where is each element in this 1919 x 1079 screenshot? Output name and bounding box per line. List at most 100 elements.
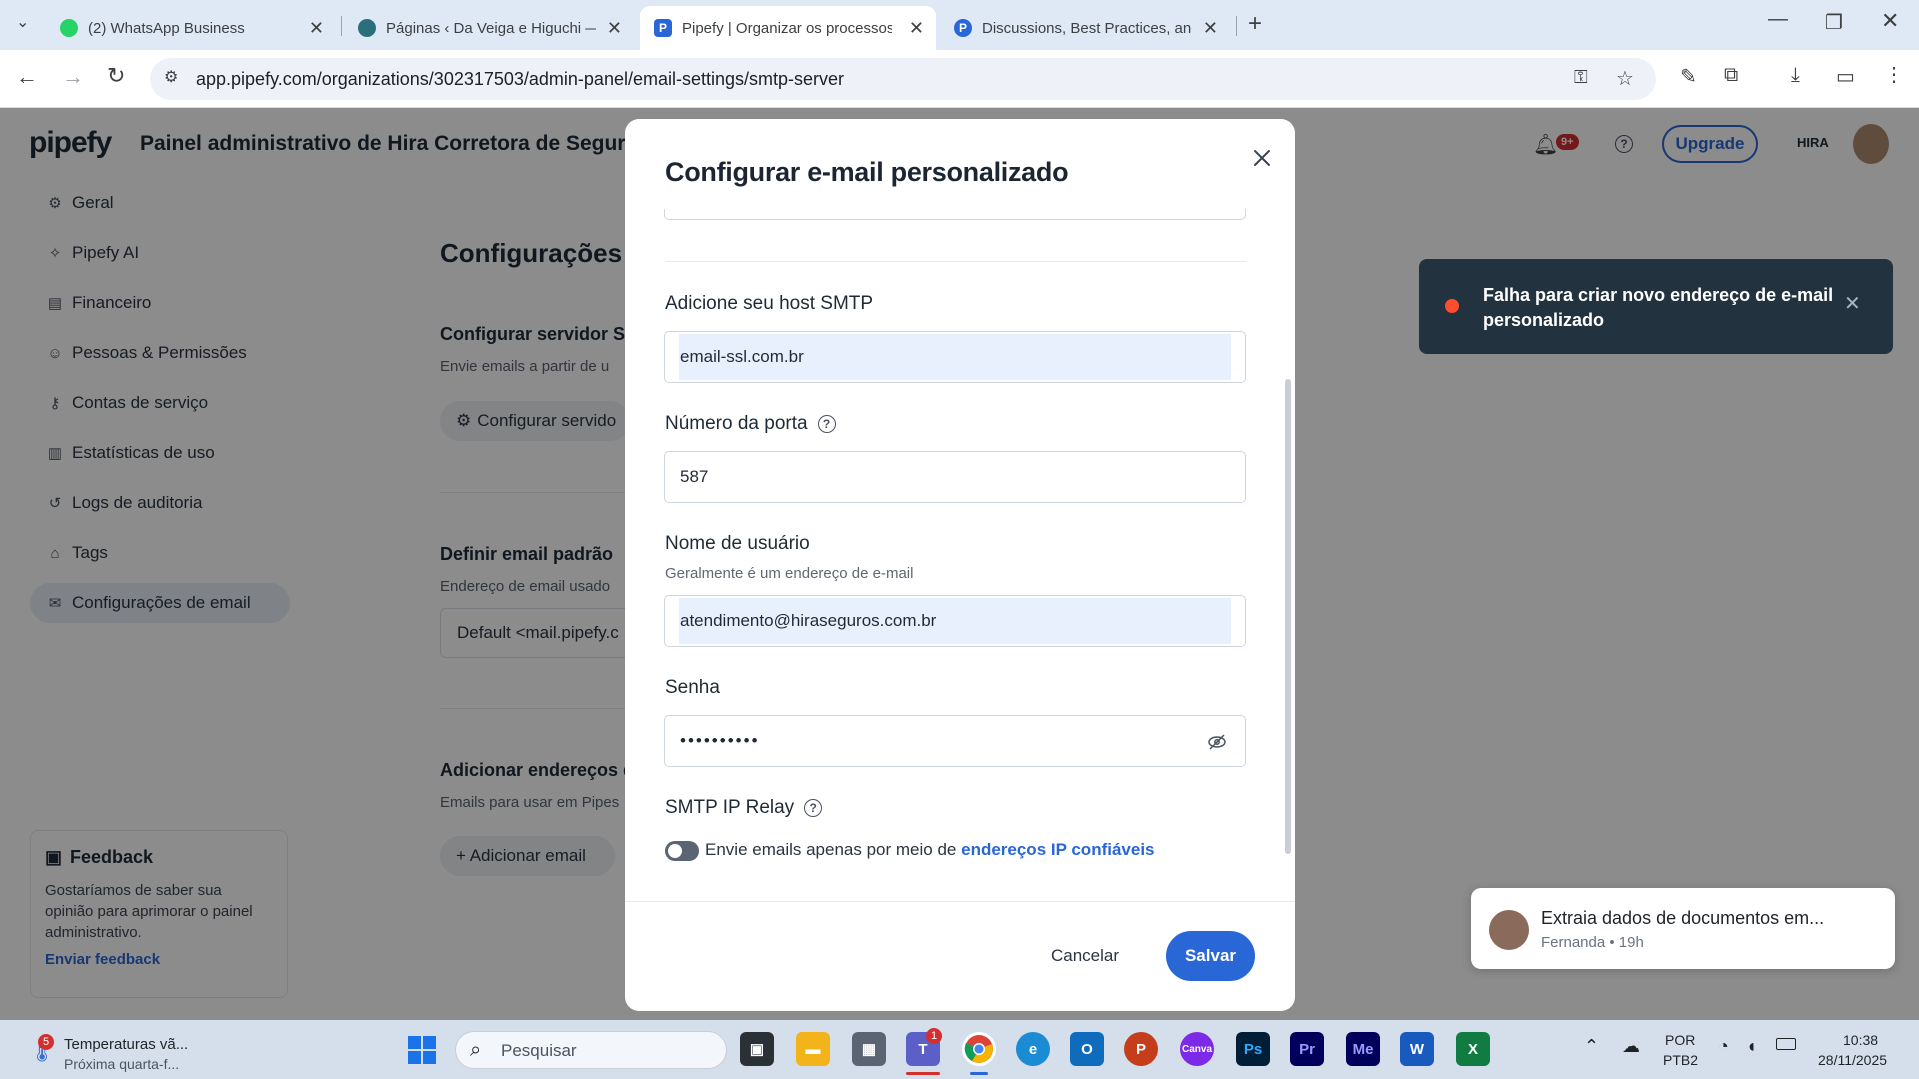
close-tab-icon[interactable]: ✕	[909, 18, 924, 39]
premiere-icon[interactable]: Pr	[1290, 1032, 1324, 1066]
error-status-icon	[1445, 299, 1459, 313]
port-input[interactable]: 587	[664, 451, 1246, 503]
password-value: ••••••••••	[680, 731, 760, 750]
photoshop-icon[interactable]: Ps	[1236, 1032, 1270, 1066]
windows-taskbar: 🌡︎ 5 Temperaturas vã... Próxima quarta-f…	[0, 1020, 1919, 1079]
close-icon[interactable]	[1247, 143, 1277, 173]
edge-icon[interactable]: e	[1016, 1032, 1050, 1066]
previous-field-input[interactable]	[664, 209, 1246, 220]
extensions-icon[interactable]: ⧉	[1724, 64, 1738, 87]
close-tab-icon[interactable]: ✕	[607, 18, 622, 39]
toast-message: Falha para criar novo endereço de e-mail…	[1483, 285, 1834, 330]
smtp-host-value: email-ssl.com.br	[680, 347, 804, 366]
save-button[interactable]: Salvar	[1166, 931, 1255, 981]
username-label: Nome de usuário	[665, 533, 810, 555]
notification-title: Extraia dados de documentos em...	[1541, 908, 1825, 928]
ip-relay-toggle[interactable]	[665, 841, 699, 861]
tab-title: Páginas ‹ Da Veiga e Higuchi —	[386, 19, 596, 37]
media-encoder-icon[interactable]: Me	[1346, 1032, 1380, 1066]
section-divider	[665, 261, 1247, 262]
wifi-icon[interactable]: ◔	[1718, 1036, 1729, 1057]
calculator-icon[interactable]: ▦	[852, 1032, 886, 1066]
back-icon[interactable]: ←	[16, 64, 38, 90]
keyboard-layout: PTB2	[1663, 1052, 1699, 1068]
download-icon[interactable]: ⤓	[1791, 64, 1800, 87]
footer-divider	[625, 901, 1295, 902]
username-value: atendimento@hiraseguros.com.br	[680, 611, 937, 630]
close-icon[interactable]: ✕	[1844, 291, 1861, 316]
clock-date[interactable]: 28/11/2025	[1818, 1052, 1887, 1068]
eye-off-icon[interactable]	[1207, 732, 1227, 752]
port-label-text: Número da porta	[665, 413, 808, 434]
tab-search-icon[interactable]: ⌄	[16, 12, 29, 32]
close-tab-icon[interactable]: ✕	[309, 18, 324, 39]
volume-icon[interactable]: ◖	[1746, 1036, 1757, 1057]
close-tab-icon[interactable]: ✕	[1203, 18, 1218, 39]
restore-icon[interactable]: ❐	[1825, 10, 1843, 35]
cancel-button[interactable]: Cancelar	[1035, 931, 1135, 981]
address-bar[interactable]: ⚙ app.pipefy.com/organizations/302317503…	[150, 58, 1656, 100]
username-label-text: Nome de usuário	[665, 533, 810, 554]
teams-notification[interactable]: Extraia dados de documentos em... Fernan…	[1471, 888, 1895, 969]
smtp-relay-label-text: SMTP IP Relay	[665, 797, 795, 818]
password-label-text: Senha	[665, 677, 720, 698]
help-icon[interactable]: ?	[804, 799, 823, 817]
minimize-icon[interactable]: —	[1768, 8, 1788, 31]
tab-whatsapp[interactable]: (2) WhatsApp Business ✕	[46, 6, 336, 50]
canva-icon[interactable]: Canva	[1180, 1032, 1214, 1066]
site-info-icon[interactable]: ⚙	[164, 67, 178, 87]
pen-extension-icon[interactable]: ✎	[1680, 64, 1697, 89]
tab-pipefy[interactable]: P Pipefy | Organizar os processos ✕	[640, 6, 936, 50]
smtp-relay-label: SMTP IP Relay ?	[665, 797, 823, 819]
windows-start-icon[interactable]	[408, 1036, 436, 1064]
menu-kebab-icon[interactable]: ⋮	[1884, 62, 1904, 87]
search-placeholder: Pesquisar	[501, 1041, 577, 1060]
smtp-host-label: Adicione seu host SMTP	[665, 293, 873, 315]
password-input[interactable]: ••••••••••	[664, 715, 1246, 767]
search-icon: ⌕	[470, 1039, 482, 1061]
window-close-icon[interactable]: ✕	[1881, 8, 1899, 34]
avatar	[1489, 910, 1529, 950]
ip-relay-description: Envie emails apenas por meio de endereço…	[705, 840, 1155, 860]
powerpoint-icon[interactable]: P	[1124, 1032, 1158, 1066]
browser-tab-bar: ⌄ (2) WhatsApp Business ✕ Páginas ‹ Da V…	[0, 0, 1919, 50]
word-icon[interactable]: W	[1400, 1032, 1434, 1066]
tab-discussions[interactable]: P Discussions, Best Practices, and ✕	[940, 6, 1230, 50]
outlook-icon[interactable]: O	[1070, 1032, 1104, 1066]
help-icon[interactable]: ?	[817, 415, 836, 433]
tab-divider	[341, 16, 342, 36]
profile-icon[interactable]: ▭	[1836, 64, 1855, 89]
teams-badge: 1	[926, 1028, 942, 1044]
trusted-ip-link[interactable]: endereços IP confiáveis	[961, 840, 1154, 859]
tab-divider	[1236, 16, 1237, 36]
weather-title: Temperaturas vã...	[64, 1036, 189, 1053]
weather-badge: 5	[38, 1034, 54, 1050]
chrome-icon[interactable]	[962, 1032, 996, 1066]
weather-widget[interactable]: 🌡︎ 5 Temperaturas vã... Próxima quarta-f…	[24, 1028, 224, 1072]
notification-meta: Fernanda • 19h	[1541, 934, 1644, 951]
feather-icon	[358, 19, 376, 37]
password-key-icon[interactable]: ⚿	[1574, 67, 1588, 88]
clock-time[interactable]: 10:38	[1843, 1032, 1878, 1048]
pipefy-community-icon: P	[954, 19, 972, 37]
chevron-up-icon[interactable]: ⌃	[1584, 1036, 1599, 1057]
taskbar-search[interactable]: ⌕ Pesquisar	[455, 1031, 727, 1069]
tab-title: Pipefy | Organizar os processos	[682, 19, 892, 37]
task-view-icon[interactable]: ▣	[740, 1032, 774, 1066]
url-text[interactable]: app.pipefy.com/organizations/302317503/a…	[196, 69, 844, 90]
file-explorer-icon[interactable]: ▬	[796, 1032, 830, 1066]
modal-scrollbar[interactable]	[1285, 379, 1291, 854]
reload-icon[interactable]: ↻	[107, 63, 125, 89]
cloud-off-icon[interactable]: ☁	[1622, 1036, 1640, 1057]
excel-icon[interactable]: X	[1456, 1032, 1490, 1066]
error-toast: Falha para criar novo endereço de e-mail…	[1419, 259, 1893, 354]
username-input[interactable]: atendimento@hiraseguros.com.br	[664, 595, 1246, 647]
battery-icon[interactable]	[1776, 1038, 1796, 1050]
new-tab-icon[interactable]: +	[1248, 10, 1262, 38]
forward-icon[interactable]: →	[62, 64, 84, 90]
smtp-host-input[interactable]: email-ssl.com.br	[664, 331, 1246, 383]
tab-paginas[interactable]: Páginas ‹ Da Veiga e Higuchi — ✕	[344, 6, 634, 50]
port-label: Número da porta ?	[665, 413, 836, 435]
language-indicator[interactable]: POR	[1665, 1032, 1695, 1048]
bookmark-star-icon[interactable]: ☆	[1616, 66, 1634, 91]
